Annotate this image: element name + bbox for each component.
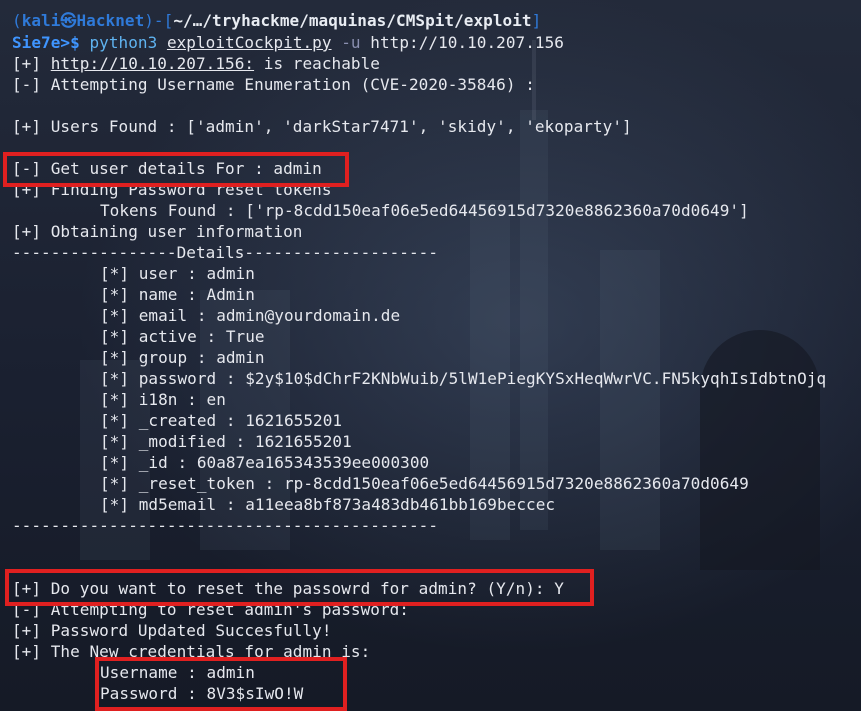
highlight-box-reset-prompt <box>5 569 594 606</box>
detail-md5email: [*] md5email : a11eea8bf873a483db461bb16… <box>100 495 556 514</box>
detail-active: [*] active : True <box>100 327 265 346</box>
output-line-reachable: [+] http://10.10.207.156: is reachable <box>12 53 380 74</box>
detail-created: [*] _created : 1621655201 <box>100 411 343 430</box>
detail-id: [*] _id : 60a87ea165343539ee000300 <box>100 453 430 472</box>
output-line-tokens: Tokens Found : ['rp-8cdd150eaf06e5ed6445… <box>100 201 749 220</box>
prompt-user-host: kali㉿Hacknet <box>21 11 145 30</box>
prompt-path: ~/…/tryhackme/maquinas/CMSpit/exploit <box>173 11 532 30</box>
terminal-output[interactable]: (kali㉿Hacknet)-[~/…/tryhackme/maquinas/C… <box>0 0 861 711</box>
details-separator-end: ----------------------------------------… <box>12 516 439 535</box>
detail-name: [*] name : Admin <box>100 285 255 304</box>
detail-modified: [*] _modified : 1621655201 <box>100 432 352 451</box>
highlight-box-credentials <box>95 657 347 711</box>
line-prefix: [+] <box>12 54 51 73</box>
detail-user: [*] user : admin <box>100 264 255 283</box>
detail-group: [*] group : admin <box>100 348 265 367</box>
line-suffix: is reachable <box>254 54 380 73</box>
command-script: exploitCockpit.py <box>166 33 332 52</box>
prompt-open: ( <box>12 11 22 30</box>
output-line: [-] Attempting Username Enumeration (CVE… <box>12 75 535 94</box>
output-line: [+] Password Updated Succesfully! <box>12 621 332 640</box>
details-separator: -----------------Details----------------… <box>12 243 439 262</box>
detail-reset-token: [*] _reset_token : rp-8cdd150eaf06e5ed64… <box>100 474 749 493</box>
output-line: [+] Obtaining user information <box>12 222 303 241</box>
detail-i18n: [*] i18n : en <box>100 390 226 409</box>
command-name: python3 <box>89 33 158 52</box>
prompt-ps: Sie7e>$ <box>12 33 90 52</box>
command-line[interactable]: Sie7e>$ python3 exploitCockpit.py -u htt… <box>12 32 564 53</box>
command-url: http://10.10.207.156 <box>370 33 564 52</box>
highlight-box-get-user <box>3 152 349 187</box>
output-line-users: [+] Users Found : ['admin', 'darkStar747… <box>12 117 632 136</box>
detail-email: [*] email : admin@yourdomain.de <box>100 306 401 325</box>
command-flag: -u <box>341 33 361 52</box>
detail-password-hash: [*] password : $2y$10$dChrF2KNbWuib/5lW1… <box>100 369 827 388</box>
prompt-header: (kali㉿Hacknet)-[~/…/tryhackme/maquinas/C… <box>12 10 541 31</box>
reachable-url-link[interactable]: http://10.10.207.156: <box>51 54 254 73</box>
prompt-mid: )-[ <box>144 11 174 30</box>
prompt-close: ] <box>531 11 542 30</box>
